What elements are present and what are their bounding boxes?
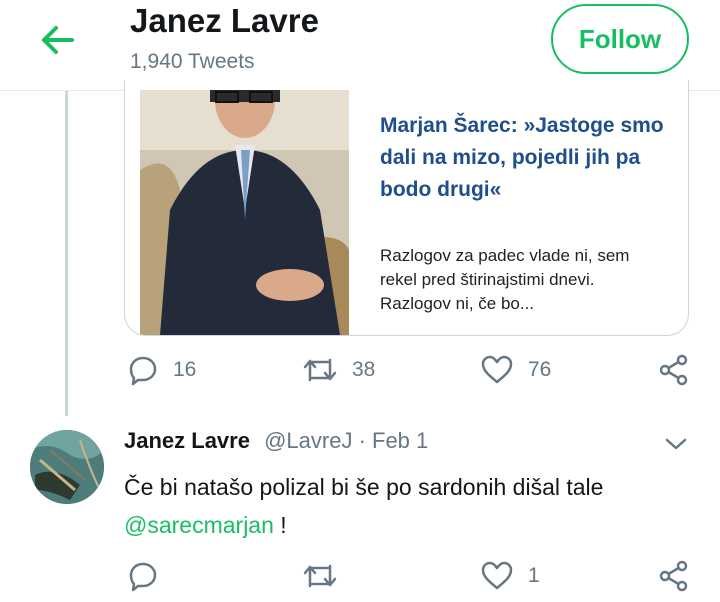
share-icon — [659, 560, 688, 592]
reply-icon — [129, 356, 157, 386]
like-icon — [481, 355, 513, 384]
tweet-header: Janez Lavre @LavreJ · Feb 1 — [124, 428, 428, 454]
card-title: Marjan Šarec: »Jastoge smo dali na mizo,… — [380, 114, 664, 201]
tweet-text: Če bi natašo polizal bi še po sardonih d… — [124, 468, 684, 544]
share-icon — [659, 354, 688, 386]
retweet-count: 38 — [352, 358, 376, 381]
profile-name: Janez Lavre — [130, 2, 319, 39]
reply-count: 16 — [173, 358, 197, 381]
tweet-text-part: ! — [273, 512, 287, 538]
reply-icon — [129, 562, 157, 592]
reply-button[interactable] — [127, 560, 173, 592]
like-button[interactable]: 76 — [480, 354, 551, 386]
tweet-handle-date[interactable]: @LavreJ · Feb 1 — [264, 428, 428, 453]
tweet-actions: 1 — [0, 560, 720, 600]
profile-header: Janez Lavre 1,940 Tweets Follow — [0, 0, 720, 91]
chevron-down-icon[interactable] — [664, 434, 688, 454]
tweet-text-part: Če bi natašo polizal bi še po sardonih d… — [124, 474, 604, 500]
reply-button[interactable]: 16 — [127, 354, 196, 386]
card-description: Razlogov za padec vlade ni, sem rekel pr… — [380, 246, 630, 313]
like-icon — [481, 561, 513, 590]
like-button[interactable]: 1 — [480, 560, 540, 592]
share-button[interactable] — [658, 560, 690, 592]
tweet-actions: 16 38 76 — [0, 354, 720, 394]
avatar[interactable] — [30, 430, 104, 504]
retweet-button[interactable] — [302, 560, 352, 592]
tweet-author-name[interactable]: Janez Lavre — [124, 428, 250, 453]
mention-link[interactable]: @sarecmarjan — [124, 512, 274, 538]
tweet-count: 1,940 Tweets — [130, 50, 255, 73]
retweet-icon — [303, 564, 337, 588]
link-card[interactable]: Marjan Šarec: »Jastoge smo dali na mizo,… — [124, 80, 689, 336]
retweet-icon — [303, 358, 337, 382]
back-arrow-icon[interactable] — [38, 22, 78, 58]
card-image — [140, 90, 349, 335]
follow-button[interactable]: Follow — [551, 4, 689, 74]
share-button[interactable] — [658, 354, 690, 386]
like-count: 1 — [528, 564, 540, 587]
like-count: 76 — [528, 358, 552, 381]
retweet-button[interactable]: 38 — [302, 354, 375, 386]
